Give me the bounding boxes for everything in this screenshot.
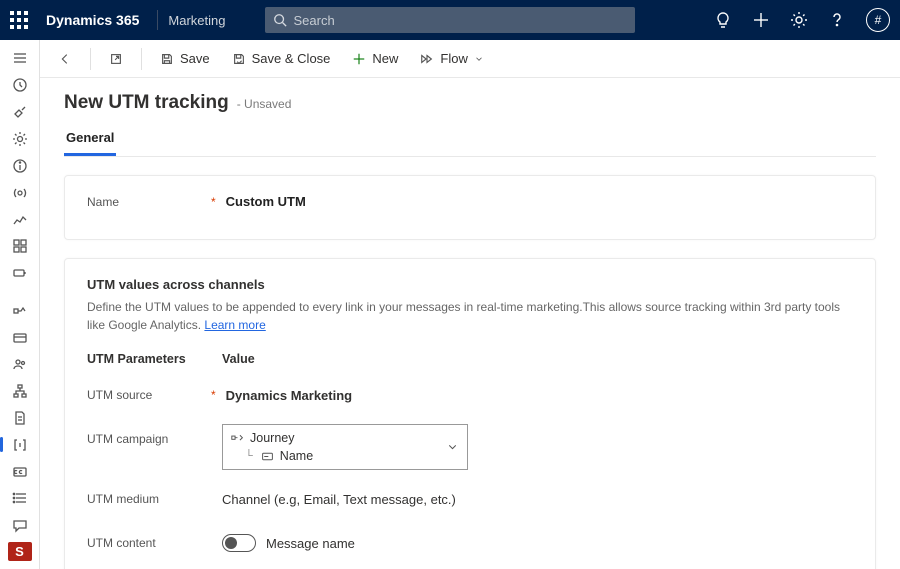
app-launcher-icon[interactable] [10, 11, 28, 29]
learn-more-link[interactable]: Learn more [204, 318, 265, 332]
save-button[interactable]: Save [152, 45, 218, 73]
name-value[interactable]: Custom UTM [226, 194, 306, 209]
search-input[interactable] [293, 13, 627, 28]
chevron-down-icon [446, 441, 459, 454]
save-status: - Unsaved [237, 97, 292, 111]
search-icon [273, 13, 287, 27]
name-option: Name [280, 449, 313, 463]
utm-campaign-dropdown[interactable]: Journey Name [222, 424, 468, 470]
utm-source-label: UTM source [87, 388, 207, 402]
brackets-icon[interactable] [4, 434, 36, 455]
name-label: Name [87, 195, 207, 209]
journey-icon[interactable] [4, 300, 36, 321]
analytics-icon[interactable] [4, 209, 36, 230]
list-nav-icon[interactable] [4, 488, 36, 509]
recent-icon[interactable] [4, 75, 36, 96]
settings-nav-icon[interactable] [4, 128, 36, 149]
name-card: Name * Custom UTM [64, 175, 876, 240]
global-app-bar: Dynamics 365 Marketing # [0, 0, 900, 40]
gear-icon[interactable] [790, 11, 808, 29]
global-search[interactable] [265, 7, 635, 33]
chat-icon[interactable] [4, 515, 36, 536]
page-title: New UTM tracking [64, 92, 229, 114]
broadcast-icon[interactable] [4, 182, 36, 203]
area-switcher[interactable]: S [8, 542, 32, 561]
required-indicator: * [211, 195, 216, 209]
journey-option-icon [231, 432, 244, 445]
name-option-icon [261, 450, 274, 463]
brand-name: Dynamics 365 [46, 12, 139, 28]
chevron-down-icon [474, 54, 484, 64]
col-header-value: Value [222, 352, 255, 366]
back-button[interactable] [50, 45, 80, 73]
utm-content-toggle[interactable] [222, 534, 256, 552]
help-icon[interactable] [828, 11, 846, 29]
col-header-params: UTM Parameters [87, 352, 222, 366]
info-nav-icon[interactable] [4, 155, 36, 176]
lightbulb-icon[interactable] [714, 11, 732, 29]
user-avatar[interactable]: # [866, 8, 890, 32]
document-icon[interactable] [4, 408, 36, 429]
section-desc: Define the UTM values to be appended to … [87, 298, 853, 334]
save-close-button[interactable]: Save & Close [224, 45, 339, 73]
utm-campaign-label: UTM campaign [87, 432, 207, 446]
battery-icon[interactable] [4, 263, 36, 284]
flow-button[interactable]: Flow [412, 45, 491, 73]
journey-option: Journey [250, 431, 294, 445]
utm-content-value: Message name [266, 536, 355, 551]
utm-section-card: UTM values across channels Define the UT… [64, 258, 876, 569]
captions-icon[interactable] [4, 461, 36, 482]
utm-medium-label: UTM medium [87, 492, 207, 506]
left-nav-rail: S [0, 40, 40, 569]
utm-medium-value: Channel (e.g, Email, Text message, etc.) [222, 492, 456, 507]
utm-content-label: UTM content [87, 536, 207, 550]
plus-icon[interactable] [752, 11, 770, 29]
open-button[interactable] [101, 45, 131, 73]
app-name: Marketing [168, 13, 225, 28]
hamburger-icon[interactable] [4, 48, 36, 69]
hierarchy-icon[interactable] [4, 381, 36, 402]
grid-icon[interactable] [4, 236, 36, 257]
utm-source-value[interactable]: Dynamics Marketing [226, 388, 352, 403]
pinned-icon[interactable] [4, 102, 36, 123]
tab-general[interactable]: General [64, 124, 116, 156]
card-icon[interactable] [4, 327, 36, 348]
command-bar: Save Save & Close New Flow [40, 40, 900, 78]
divider [157, 10, 158, 30]
new-button[interactable]: New [344, 45, 406, 73]
section-title: UTM values across channels [87, 277, 853, 292]
people-icon[interactable] [4, 354, 36, 375]
